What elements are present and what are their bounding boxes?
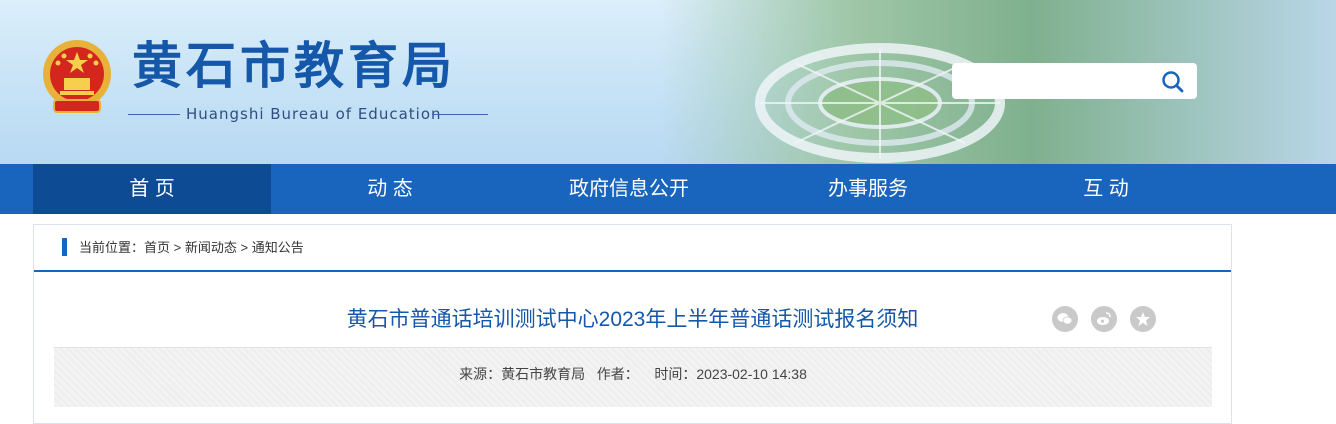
breadcrumb-bar: 当前位置：首页 > 新闻动态 > 通知公告 [34,225,1231,272]
breadcrumb: 当前位置：首页 > 新闻动态 > 通知公告 [79,238,304,258]
site-subtitle-row: Huangshi Bureau of Education [128,104,488,124]
article-source: 黄石市教育局 [501,366,586,382]
main-nav: 首 页 动 态 政府信息公开 办事服务 互 动 [0,164,1336,214]
content-panel: 当前位置：首页 > 新闻动态 > 通知公告 黄石市普通话培训测试中心2023年上… [33,224,1232,424]
weibo-icon [1097,312,1111,325]
time-label: 时间： [654,366,697,382]
nav-item-interaction[interactable]: 互 动 [987,164,1225,214]
header-banner: 黄石市教育局 Huangshi Bureau of Education [0,0,1336,164]
nav-item-news[interactable]: 动 态 [271,164,509,214]
search-box [952,63,1197,99]
share-wechat-button[interactable] [1052,306,1078,332]
breadcrumb-link-news[interactable]: 新闻动态 [185,240,237,255]
site-title: 黄石市教育局 [132,37,456,95]
nav-item-home[interactable]: 首 页 [33,164,271,214]
subtitle-rule-left [128,114,180,115]
subtitle-rule-right [432,114,488,115]
breadcrumb-separator: > [236,240,252,255]
favorite-button[interactable] [1130,306,1156,332]
national-emblem-icon [43,40,111,113]
source-label: 来源： [459,366,502,382]
article-time: 2023-02-10 14:38 [696,366,807,382]
author-label: 作者： [596,366,639,382]
search-icon[interactable] [1161,70,1185,94]
breadcrumb-marker [62,238,67,256]
search-input[interactable] [962,69,1152,93]
share-weibo-button[interactable] [1091,306,1117,332]
breadcrumb-separator: > [170,240,185,255]
wechat-icon [1057,313,1073,325]
breadcrumb-link-notices[interactable]: 通知公告 [252,240,304,255]
breadcrumb-link-home[interactable]: 首页 [144,240,170,255]
favorite-star-icon [1136,312,1150,326]
site-subtitle: Huangshi Bureau of Education [186,105,442,123]
nav-item-services[interactable]: 办事服务 [749,164,987,214]
article-meta-bar: 来源：黄石市教育局 作者： 时间：2023-02-10 14:38 [54,347,1212,407]
nav-item-government-info[interactable]: 政府信息公开 [509,164,749,214]
article-meta: 来源：黄石市教育局 作者： 时间：2023-02-10 14:38 [54,364,1212,384]
breadcrumb-prefix: 当前位置： [79,240,145,255]
